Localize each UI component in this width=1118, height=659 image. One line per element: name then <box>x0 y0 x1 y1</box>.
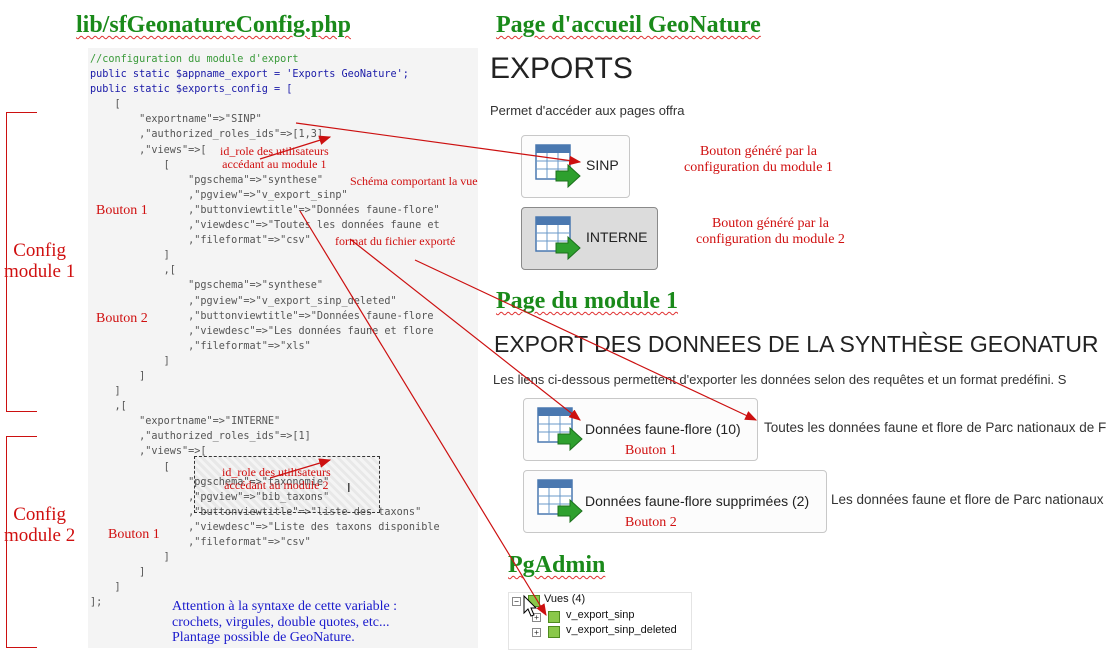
code-line: ,"pgview"=>"v_export_sinp_deleted" <box>90 295 397 307</box>
expand-icon[interactable]: + <box>532 628 541 637</box>
faune-flore-deleted-description: Les données faune et flore de Parc natio… <box>831 492 1104 507</box>
code-line: ,"authorized_roles_ids"=>[1,3] <box>90 129 324 141</box>
config-module-2-line-2: module 2 <box>4 525 76 546</box>
code-line: ] <box>90 250 170 262</box>
code-line: ,"viewdesc"=>"Toutes les données faune e… <box>90 220 440 232</box>
code-line: ,"pgview"=>"v_export_sinp" <box>90 189 348 201</box>
pgadmin-heading: PgAdmin <box>508 552 606 578</box>
role-ids-2-line-2: accédant au module 2 <box>224 478 329 492</box>
code-line: ] <box>90 355 170 367</box>
code-line: ] <box>90 386 121 398</box>
config-module-1-line-1: Config <box>13 240 67 261</box>
pgadmin-view-item[interactable]: v_export_sinp <box>566 609 635 621</box>
code-line: //configuration du module d'export <box>90 54 299 65</box>
faune-flore-description: Toutes les données faune et flore de Par… <box>764 420 1107 435</box>
faune-flore-button-label: Données faune-flore (10) <box>585 421 741 437</box>
interne-export-button[interactable]: INTERNE <box>521 207 658 270</box>
generated-button-2-annotation: Bouton généré par la configuration du mo… <box>696 216 845 248</box>
home-page-heading: Page d'accueil GeoNature <box>496 12 761 38</box>
generated-1-line-1: Bouton généré par la <box>699 144 817 159</box>
view-icon <box>548 626 560 638</box>
warning-line-2: crochets, virgules, double quotes, etc..… <box>172 614 390 630</box>
schema-annotation: Schéma comportant la vue <box>350 174 478 188</box>
code-line: ,[ <box>90 401 127 413</box>
config-module-2-label: Config module 2 <box>4 504 75 546</box>
config-module-2-line-1: Config <box>13 504 67 525</box>
code-line: public static $exports_config = [ <box>90 84 293 96</box>
code-line: ] <box>90 552 170 564</box>
generated-2-line-2: configuration du module 2 <box>696 232 845 247</box>
code-line: public static $appname_export = 'Exports… <box>90 69 409 81</box>
warning-line-1: Attention à la syntaxe de cette variable… <box>172 599 398 614</box>
exports-page-intro: Permet d'accéder aux pages offra <box>490 103 685 118</box>
code-line: ,"authorized_roles_ids"=>[1] <box>90 431 311 443</box>
table-export-icon <box>537 407 583 452</box>
code-line: "exportname"=>"SINP" <box>90 114 262 126</box>
mouse-pointer-icon <box>523 594 538 617</box>
sinp-button-label: SINP <box>586 157 619 173</box>
exports-page-title: EXPORTS <box>490 52 633 85</box>
module-bouton-1-annotation: Bouton 1 <box>625 443 677 458</box>
view-icon <box>548 611 560 623</box>
interne-button-label: INTERNE <box>586 229 648 245</box>
code-line: ,"fileformat"=>"xls" <box>90 340 311 352</box>
code-line: ,[ <box>90 265 176 277</box>
code-line: ] <box>90 370 146 382</box>
pgadmin-view-item[interactable]: v_export_sinp_deleted <box>566 624 677 636</box>
table-export-icon <box>537 479 583 524</box>
generated-2-line-1: Bouton généré par la <box>711 216 829 231</box>
code-line: "pgschema"=>"synthese" <box>90 280 324 292</box>
format-annotation: format du fichier exporté <box>335 234 456 248</box>
table-export-icon <box>535 144 581 189</box>
code-line: [ <box>90 99 121 111</box>
role-ids-1-annotation: id_role des utilisateurs accédant au mod… <box>220 145 329 171</box>
syntax-warning-note: Attention à la syntaxe de cette variable… <box>172 599 397 646</box>
bouton-1-module-2-annotation: Bouton 1 <box>108 527 160 542</box>
code-line: ] <box>90 567 146 579</box>
sinp-export-button[interactable]: SINP <box>521 135 630 198</box>
generated-1-line-2: configuration du module 1 <box>684 160 833 175</box>
pgadmin-views-node[interactable]: Vues (4) <box>544 593 585 605</box>
warning-line-3: Plantage possible de GeoNature. <box>172 630 355 645</box>
module-page-heading: Page du module 1 <box>496 288 679 314</box>
module-bouton-2-annotation: Bouton 2 <box>625 515 677 530</box>
module-page-title: EXPORT DES DONNEES DE LA SYNTHÈSE GEONAT… <box>494 331 1099 357</box>
table-export-icon <box>535 216 581 261</box>
code-line: ] <box>90 582 121 594</box>
code-line: "exportname"=>"INTERNE" <box>90 416 281 428</box>
module-page-intro: Les liens ci-dessous permettent d'export… <box>493 372 1067 387</box>
bouton-1-annotation: Bouton 1 <box>96 203 148 218</box>
bouton-2-annotation: Bouton 2 <box>96 311 148 326</box>
config-module-1-label: Config module 1 <box>4 240 75 282</box>
faune-flore-deleted-button-label: Données faune-flore supprimées (2) <box>585 493 810 509</box>
role-ids-2-annotation: id_role des utilisateurs accédant au mod… <box>222 466 331 492</box>
config-module-1-line-2: module 1 <box>4 261 76 282</box>
role-ids-1-line-2: accédant au module 1 <box>222 157 327 171</box>
text-cursor-icon: I <box>347 480 351 495</box>
generated-button-1-annotation: Bouton généré par la configuration du mo… <box>684 144 833 176</box>
collapse-icon[interactable]: − <box>512 597 521 606</box>
config-file-heading: lib/sfGeonatureConfig.php <box>76 12 351 38</box>
